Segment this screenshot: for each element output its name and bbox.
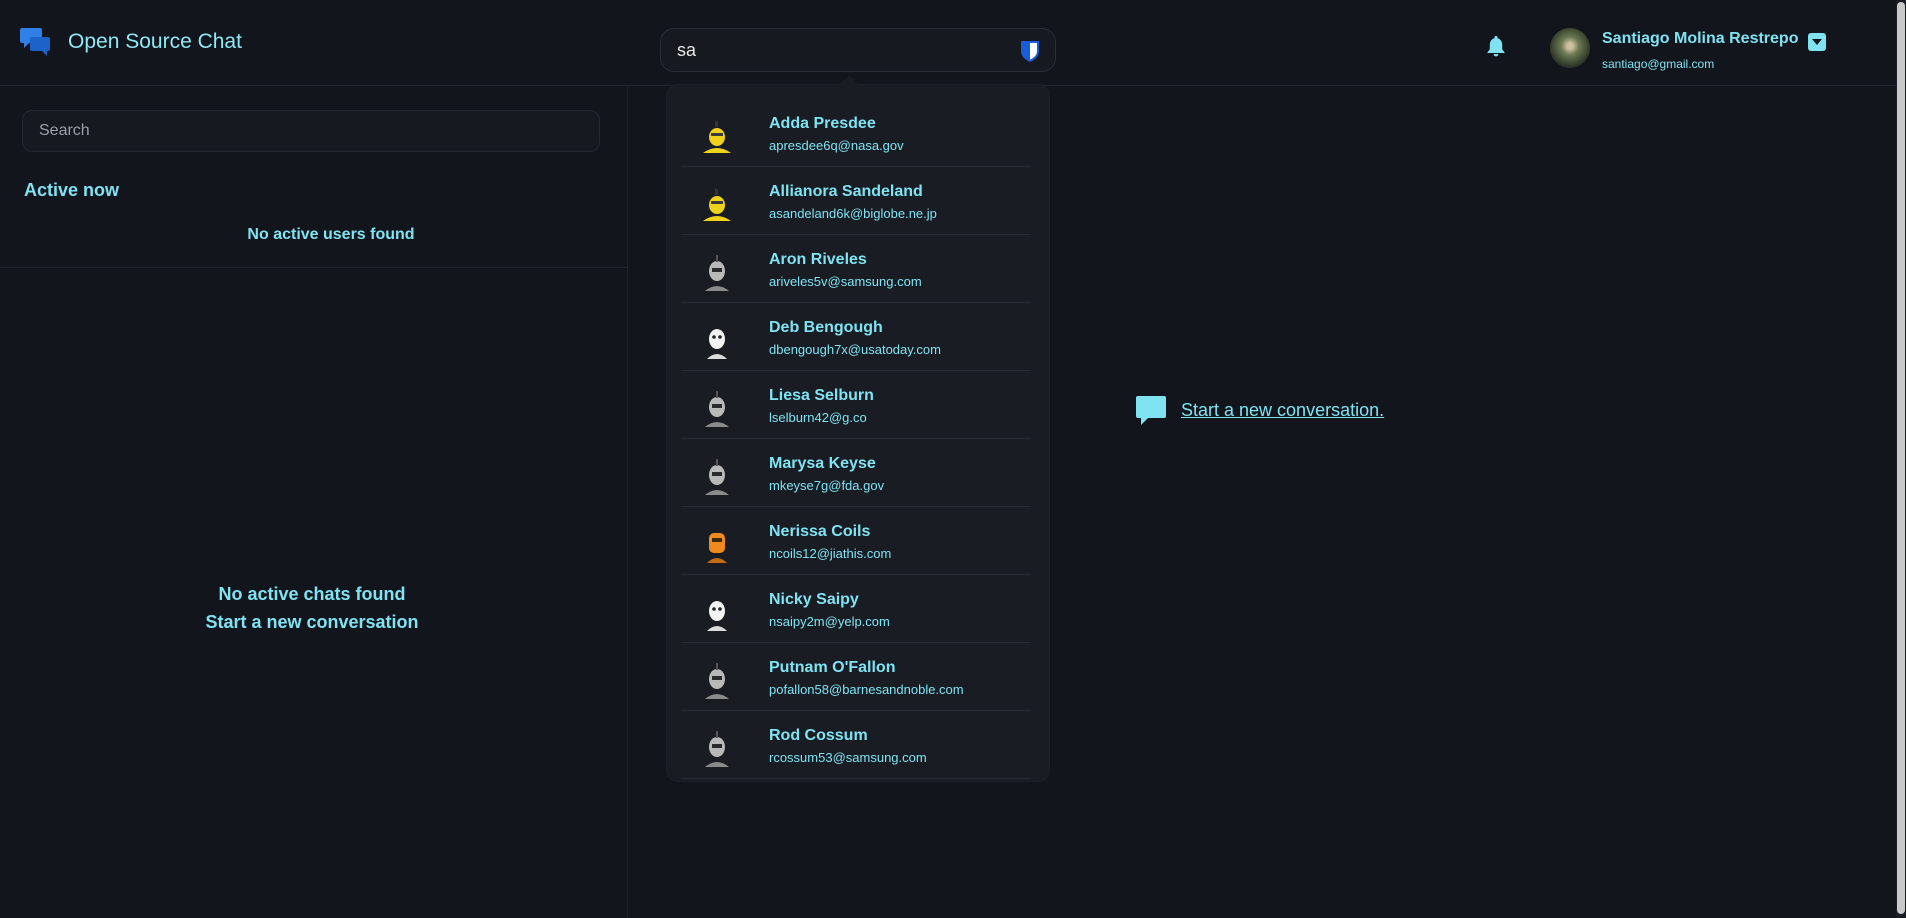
- search-result-item[interactable]: Marysa Keyse mkeyse7g@fda.gov: [681, 439, 1031, 507]
- result-name: Rod Cossum: [769, 727, 868, 744]
- notifications-bell-icon[interactable]: [1485, 34, 1507, 58]
- active-now-heading: Active now: [24, 180, 120, 200]
- top-header: Open Source Chat Santiago Molina Restrep…: [0, 0, 1896, 86]
- robot-avatar-icon: [705, 731, 729, 767]
- result-email: lselburn42@g.co: [769, 410, 867, 425]
- sidebar-divider: [0, 267, 628, 268]
- user-search-input[interactable]: [677, 39, 997, 61]
- search-result-item[interactable]: Aron Riveles ariveles5v@samsung.com: [681, 235, 1031, 303]
- robot-avatar-icon: [703, 189, 731, 221]
- password-manager-icon[interactable]: [1019, 39, 1041, 63]
- search-result-item[interactable]: Deb Bengough dbengough7x@usatoday.com: [681, 303, 1031, 371]
- result-name: Aron Riveles: [769, 251, 867, 268]
- result-name: Adda Presdee: [769, 115, 876, 132]
- result-email: dbengough7x@usatoday.com: [769, 342, 941, 357]
- search-result-item[interactable]: Allianora Sandeland asandeland6k@biglobe.…: [681, 167, 1031, 235]
- robot-avatar-icon: [705, 459, 729, 495]
- scrollbar-thumb[interactable]: [1897, 2, 1905, 914]
- user-search-box[interactable]: [660, 28, 1056, 72]
- start-conversation-link[interactable]: Start a new conversation.: [1181, 400, 1384, 421]
- robot-avatar-icon: [703, 121, 731, 153]
- search-result-item[interactable]: Nerissa Coils ncoils12@jiathis.com: [681, 507, 1031, 575]
- page-scrollbar[interactable]: [1896, 0, 1906, 918]
- app-title: Open Source Chat: [68, 30, 242, 53]
- start-conversation-text[interactable]: Start a new conversation: [0, 608, 624, 636]
- search-result-item[interactable]: Liesa Selburn lselburn42@g.co: [681, 371, 1031, 439]
- chat-bubbles-logo-icon: [20, 28, 50, 56]
- robot-avatar-icon: [705, 391, 729, 427]
- result-email: ariveles5v@samsung.com: [769, 274, 922, 289]
- result-name: Allianora Sandeland: [769, 183, 923, 200]
- start-conversation-prompt[interactable]: Start a new conversation.: [1135, 394, 1384, 426]
- result-email: ncoils12@jiathis.com: [769, 546, 892, 561]
- result-name: Deb Bengough: [769, 319, 883, 336]
- search-result-item[interactable]: Rod Cossum rcossum53@samsung.com: [681, 711, 1031, 779]
- robot-avatar-icon: [707, 533, 727, 563]
- result-name: Nerissa Coils: [769, 523, 871, 540]
- sidebar: Active now No active users found No acti…: [0, 86, 628, 918]
- result-name: Nicky Saipy: [769, 591, 859, 608]
- robot-avatar-icon: [705, 255, 729, 291]
- user-name: Santiago Molina Restrepo: [1602, 30, 1799, 47]
- user-avatar[interactable]: [1550, 28, 1590, 68]
- sidebar-search-input[interactable]: [22, 110, 600, 152]
- result-email: rcossum53@samsung.com: [769, 750, 927, 765]
- search-result-item[interactable]: Nicky Saipy nsaipy2m@yelp.com: [681, 575, 1031, 643]
- no-chats-message: No active chats found Start a new conver…: [0, 580, 624, 636]
- search-result-item[interactable]: Putnam O'Fallon pofallon58@barnesandnoble…: [681, 643, 1031, 711]
- result-email: mkeyse7g@fda.gov: [769, 478, 885, 493]
- search-result-item[interactable]: Adda Presdee apresdee6q@nasa.gov: [681, 99, 1031, 167]
- result-email: asandeland6k@biglobe.ne.jp: [769, 206, 937, 221]
- no-active-users-message: No active users found: [247, 226, 415, 243]
- brand[interactable]: Open Source Chat: [20, 26, 242, 58]
- user-email: santiago@gmail.com: [1602, 57, 1715, 71]
- result-name: Putnam O'Fallon: [769, 659, 896, 676]
- result-name: Liesa Selburn: [769, 387, 874, 404]
- search-results-dropdown: Adda Presdee apresdee6q@nasa.gov Allianora…: [666, 75, 1050, 782]
- result-email: apresdee6q@nasa.gov: [769, 138, 904, 153]
- user-menu-dropdown-button[interactable]: [1808, 33, 1826, 51]
- robot-avatar-icon: [705, 663, 729, 699]
- result-name: Marysa Keyse: [769, 455, 876, 472]
- robot-avatar-icon: [707, 329, 727, 359]
- robot-avatar-icon: [707, 601, 727, 631]
- no-chats-text: No active chats found: [218, 584, 406, 604]
- chat-bubble-icon: [1136, 396, 1166, 425]
- result-email: pofallon58@barnesandnoble.com: [769, 682, 964, 697]
- result-email: nsaipy2m@yelp.com: [769, 614, 890, 629]
